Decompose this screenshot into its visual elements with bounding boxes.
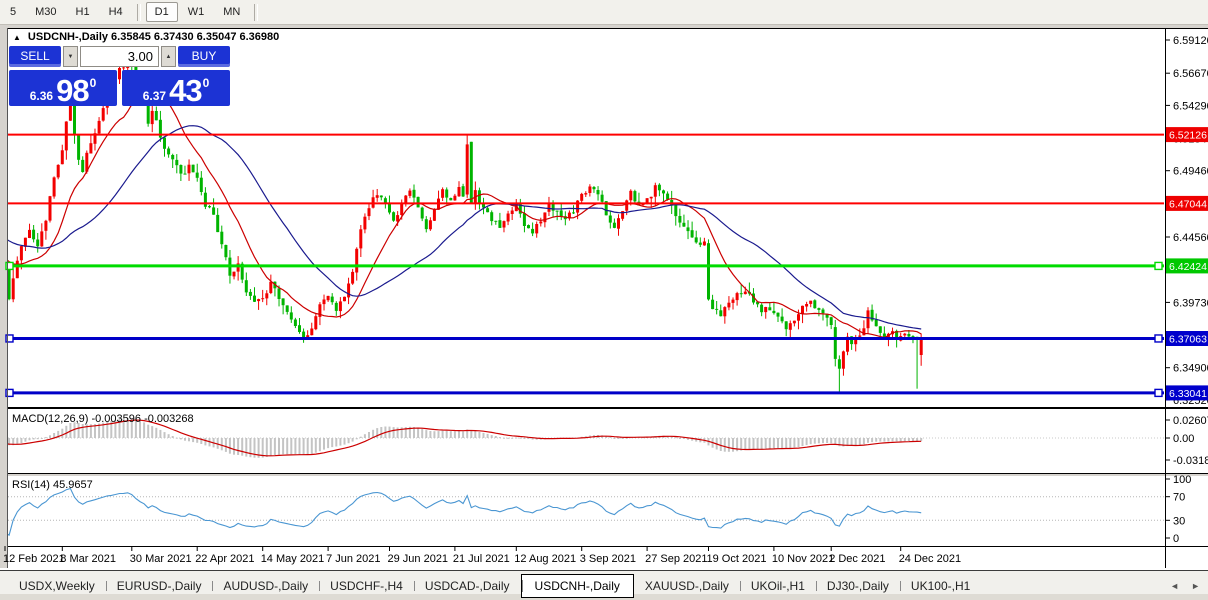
date-tick-label: 30 Mar 2021 xyxy=(130,553,192,565)
one-click-trade-panel: SELL ▼ ▲ BUY 6.36 98 0 6.37 43 0 xyxy=(9,46,230,106)
macd-axis-label: -0.03187 xyxy=(1173,455,1208,467)
panel-border xyxy=(7,546,1208,547)
date-tick-label: 8 Mar 2021 xyxy=(60,553,116,565)
price-badge-6.33041: 6.33041 xyxy=(1166,385,1208,401)
sell-price-small: 6.36 xyxy=(29,89,54,103)
buy-button[interactable]: BUY xyxy=(178,46,230,67)
rsi-label: RSI(14) 45.9657 xyxy=(12,479,93,491)
chart-tab-usdcnh-daily[interactable]: USDCNH-,Daily xyxy=(520,573,634,598)
svg-text:6.52126: 6.52126 xyxy=(1169,130,1207,142)
symbol-ohlc-title: USDCNH-,Daily 6.35845 6.37430 6.35047 6.… xyxy=(27,31,280,43)
price-tick-label: 6.44560 xyxy=(1173,232,1208,244)
window-left-border xyxy=(7,28,8,568)
sell-price-box[interactable]: 6.36 98 0 xyxy=(9,70,117,106)
price-tick-label: 6.54290 xyxy=(1173,100,1208,112)
date-tick-label: 7 Jun 2021 xyxy=(326,553,380,565)
chart-tab-usdcad-daily[interactable]: USDCAD-,Daily xyxy=(413,576,521,596)
chart-tab-eurusd-daily[interactable]: EURUSD-,Daily xyxy=(105,576,213,596)
date-tick-label: 14 May 2021 xyxy=(261,553,325,565)
timeframe-5[interactable]: 5 xyxy=(1,2,25,22)
hline-handle[interactable] xyxy=(1154,261,1163,271)
timeframe-d1[interactable]: D1 xyxy=(145,2,178,22)
timeframe-m30[interactable]: M30 xyxy=(26,2,65,22)
timeframe-h4[interactable]: H4 xyxy=(100,2,132,22)
hline-handle[interactable] xyxy=(1154,334,1163,343)
svg-text:6.42424: 6.42424 xyxy=(1169,261,1207,273)
chevron-up-icon: ▲ xyxy=(165,53,172,60)
macd-axis-label: 0.00 xyxy=(1173,433,1194,445)
rsi-axis-label: 100 xyxy=(1173,474,1191,486)
volume-input[interactable] xyxy=(80,46,159,67)
date-tick-label: 10 Nov 2021 xyxy=(772,553,834,565)
volume-increase-button[interactable]: ▲ xyxy=(161,46,176,67)
date-tick-label: 24 Dec 2021 xyxy=(899,553,961,565)
macd-axis-label: 0.02607 xyxy=(1173,415,1208,427)
date-tick-label: 12 Feb 2021 xyxy=(3,553,65,565)
svg-text:6.33041: 6.33041 xyxy=(1169,388,1207,400)
volume-decrease-button[interactable]: ▼ xyxy=(63,46,78,67)
chart-tab-usdx-weekly[interactable]: USDX,Weekly xyxy=(8,576,106,596)
chevron-down-icon: ▼ xyxy=(67,53,74,60)
toolbar-separator xyxy=(254,3,259,21)
timeframe-w1[interactable]: W1 xyxy=(179,2,214,22)
panel-splitter[interactable] xyxy=(7,474,1208,476)
svg-text:6.47044: 6.47044 xyxy=(1169,198,1207,210)
sell-button[interactable]: SELL xyxy=(9,46,61,67)
panel-border xyxy=(7,407,1208,409)
timeframe-mn[interactable]: MN xyxy=(214,2,249,22)
svg-text:6.37063: 6.37063 xyxy=(1169,334,1207,346)
date-tick-label: 27 Sep 2021 xyxy=(645,553,707,565)
chart-tab-ukoil-h1[interactable]: UKOil-,H1 xyxy=(739,576,816,596)
price-badge-6.52126: 6.52126 xyxy=(1166,127,1208,143)
sell-price-sup: 0 xyxy=(89,76,97,90)
macd-label: MACD(12,26,9) -0.003596 -0.003268 xyxy=(12,413,194,425)
date-tick-label: 2 Dec 2021 xyxy=(829,553,885,565)
tab-next-icon[interactable]: ► xyxy=(1191,581,1200,591)
date-tick-label: 12 Aug 2021 xyxy=(514,553,576,565)
sell-price-big: 98 xyxy=(56,73,89,108)
hline-handle[interactable] xyxy=(1154,388,1163,398)
timeframe-toolbar: 5 M30 H1 H4 D1 W1 MN xyxy=(0,0,1208,25)
buy-price-sup: 0 xyxy=(202,76,210,90)
rsi-axis-label: 30 xyxy=(1173,515,1185,527)
price-badge-6.47044: 6.47044 xyxy=(1166,195,1208,211)
date-tick-label: 19 Oct 2021 xyxy=(707,553,767,565)
date-tick-label: 22 Apr 2021 xyxy=(195,553,254,565)
chart-tab-audusd-daily[interactable]: AUDUSD-,Daily xyxy=(212,576,319,596)
chart-tab-uk100-h1[interactable]: UK100-,H1 xyxy=(899,576,981,596)
chart-tab-xauusd-daily[interactable]: XAUUSD-,Daily xyxy=(634,576,740,596)
price-tick-label: 6.59120 xyxy=(1173,35,1208,47)
price-tick-label: 6.34900 xyxy=(1173,363,1208,375)
chart-tab-dj30-daily[interactable]: DJ30-,Daily xyxy=(815,576,900,596)
buy-price-big: 43 xyxy=(169,73,202,108)
rsi-axis-label: 0 xyxy=(1173,533,1179,545)
tab-prev-icon[interactable]: ◄ xyxy=(1170,581,1179,591)
price-tick-label: 6.49460 xyxy=(1173,166,1208,178)
chart-window-background xyxy=(7,28,1208,568)
rsi-axis-label: 70 xyxy=(1173,492,1185,504)
panel-border xyxy=(7,473,1208,474)
date-tick-label: 3 Sep 2021 xyxy=(580,553,636,565)
date-tick-label: 29 Jun 2021 xyxy=(388,553,449,565)
chart-tab-bar: USDX,Weekly EURUSD-,Daily AUDUSD-,Daily USD… xyxy=(0,570,1208,600)
buy-price-small: 6.37 xyxy=(142,89,167,103)
panel-border xyxy=(7,28,1208,29)
price-badge-6.42424: 6.42424 xyxy=(1166,258,1208,274)
timeframe-h1[interactable]: H1 xyxy=(67,2,99,22)
buy-price-box[interactable]: 6.37 43 0 xyxy=(122,70,230,106)
price-tick-label: 6.56670 xyxy=(1173,68,1208,80)
chart-title: ▲ USDCNH-,Daily 6.35845 6.37430 6.35047 … xyxy=(13,31,279,43)
price-tick-label: 6.39730 xyxy=(1173,297,1208,309)
toolbar-separator xyxy=(136,3,141,21)
collapse-panel-icon[interactable]: ▲ xyxy=(13,33,21,42)
price-badge-6.37063: 6.37063 xyxy=(1166,331,1208,346)
price-axis-border xyxy=(1165,28,1166,568)
tab-scroll-arrows: ◄ ► xyxy=(1170,581,1200,591)
date-tick-label: 21 Jul 2021 xyxy=(453,553,510,565)
chart-tab-usdchf-h4[interactable]: USDCHF-,H4 xyxy=(319,576,414,596)
